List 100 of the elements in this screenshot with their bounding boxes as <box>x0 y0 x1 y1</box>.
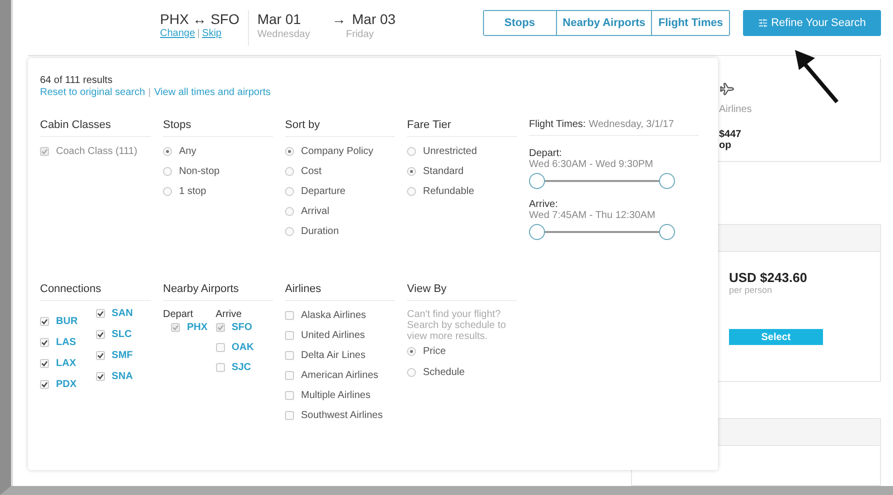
range-text: Wed 6:30AM - Wed 9:30PM <box>529 159 654 170</box>
checkbox[interactable] <box>285 310 294 320</box>
price-note: per person <box>729 285 772 295</box>
results-count: 64 of 111 results <box>40 75 114 86</box>
date-text: Mar 01 <box>257 10 301 28</box>
link[interactable]: Reset to original search <box>40 87 146 98</box>
price-text: $447 <box>719 129 742 140</box>
date-text: Mar 03 <box>352 10 396 28</box>
section-title: Stops <box>163 119 273 137</box>
checkbox-label: American Airlines <box>301 370 378 380</box>
link[interactable]: Skip <box>202 28 222 39</box>
checkbox-label: Coach Class (111) <box>56 146 138 156</box>
checkbox[interactable] <box>285 390 294 400</box>
checkbox-label: Alaska Airlines <box>301 310 366 320</box>
stops-text: op <box>719 140 732 151</box>
hint-text: Can't find your flight? Search by schedule to view more results. <box>407 309 507 342</box>
checkbox[interactable] <box>285 410 294 420</box>
price-text: USD $243.60 <box>729 270 808 285</box>
select-button[interactable]: Select <box>729 329 823 345</box>
range-label: Depart: <box>529 148 563 159</box>
section-title: Airlines <box>285 283 395 301</box>
range-slider[interactable] <box>529 224 675 240</box>
airport-code: LAX <box>56 358 76 368</box>
group-label: Arrive <box>216 309 243 320</box>
radio-label: Unrestricted <box>423 146 477 156</box>
checkbox-label: United Airlines <box>301 330 365 340</box>
link[interactable]: View all times and airports <box>154 87 271 98</box>
slider-handle[interactable] <box>529 224 545 240</box>
airport-code: SMF <box>112 350 133 360</box>
airport-code: LAS <box>56 336 76 348</box>
airport-code: SLC <box>112 328 132 340</box>
section-title: Nearby Airports <box>163 283 273 301</box>
checkbox[interactable] <box>40 380 49 388</box>
radio-label: Duration <box>301 226 339 236</box>
section-title: Fare Tier <box>407 119 517 137</box>
checkbox-label: Southwest Airlines <box>301 410 383 420</box>
day-text: Wednesday <box>257 28 310 42</box>
radio-label: Schedule <box>423 366 465 378</box>
checkbox[interactable] <box>96 350 105 360</box>
filter-button[interactable]: Flight Times <box>651 11 729 35</box>
radio-label: Refundable <box>423 186 474 196</box>
airport-code: BUR <box>56 316 78 326</box>
arrow-text: → <box>332 10 346 28</box>
checkbox[interactable] <box>40 358 49 368</box>
checkbox[interactable] <box>40 338 49 346</box>
checkbox[interactable] <box>96 372 105 380</box>
airport-code: PHX <box>187 322 208 332</box>
radio-button[interactable] <box>285 186 294 196</box>
radio-label: Non-stop <box>179 166 220 176</box>
airport-code: SNA <box>112 370 133 382</box>
section-title: Sort by <box>285 119 395 137</box>
slider-handle[interactable] <box>659 173 675 189</box>
refine-button[interactable]: Refine Your Search <box>743 10 881 36</box>
route-text: PHX ↔ SFO <box>160 10 240 28</box>
checkbox[interactable] <box>285 330 294 340</box>
radio-button[interactable] <box>163 166 172 176</box>
day-text: Friday <box>345 28 375 42</box>
checkbox[interactable] <box>96 330 105 338</box>
radio-button[interactable] <box>285 206 294 216</box>
section-title: Cabin Classes <box>40 119 151 137</box>
checkbox-label: Multiple Airlines <box>301 390 370 400</box>
link[interactable]: Change <box>160 28 196 39</box>
radio-button[interactable] <box>407 346 416 356</box>
airport-code: SFO <box>232 322 252 332</box>
checkbox-label: Delta Air Lines <box>301 350 366 360</box>
checkbox[interactable] <box>285 350 294 360</box>
sliders-icon <box>758 18 768 28</box>
radio-button[interactable] <box>407 368 416 376</box>
radio-button[interactable] <box>407 146 416 156</box>
slider-handle[interactable] <box>529 173 545 189</box>
radio-label: Price <box>423 346 446 356</box>
radio-button[interactable] <box>285 226 294 236</box>
airport-code: PDX <box>56 378 77 390</box>
checkbox[interactable] <box>216 342 225 352</box>
checkbox[interactable] <box>285 370 294 380</box>
radio-button[interactable] <box>407 166 416 176</box>
range-slider[interactable] <box>529 173 675 189</box>
airport-code: SJC <box>232 362 252 372</box>
section-title: View By <box>407 283 517 301</box>
radio-button[interactable] <box>285 146 294 156</box>
radio-label: Departure <box>301 186 346 196</box>
airport-code: OAK <box>232 342 254 352</box>
date-text: Wednesday, 3/1/17 <box>588 119 674 130</box>
radio-label: Any <box>179 146 196 156</box>
radio-label: Standard <box>423 166 464 176</box>
airport-code: SAN <box>112 308 133 318</box>
radio-button[interactable] <box>163 146 172 156</box>
section-title: Connections <box>40 283 151 301</box>
radio-label: Cost <box>301 166 322 176</box>
checkbox[interactable] <box>96 308 105 318</box>
radio-label: Company Policy <box>301 146 374 156</box>
radio-button[interactable] <box>163 186 172 196</box>
radio-button[interactable] <box>407 186 416 196</box>
radio-button[interactable] <box>285 166 294 176</box>
checkbox[interactable] <box>216 362 225 372</box>
checkbox[interactable] <box>40 316 49 326</box>
slider-handle[interactable] <box>659 224 675 240</box>
radio-label: 1 stop <box>179 186 206 196</box>
group-label: Depart <box>163 309 194 320</box>
range-text: Wed 7:45AM - Thu 12:30AM <box>529 210 656 221</box>
